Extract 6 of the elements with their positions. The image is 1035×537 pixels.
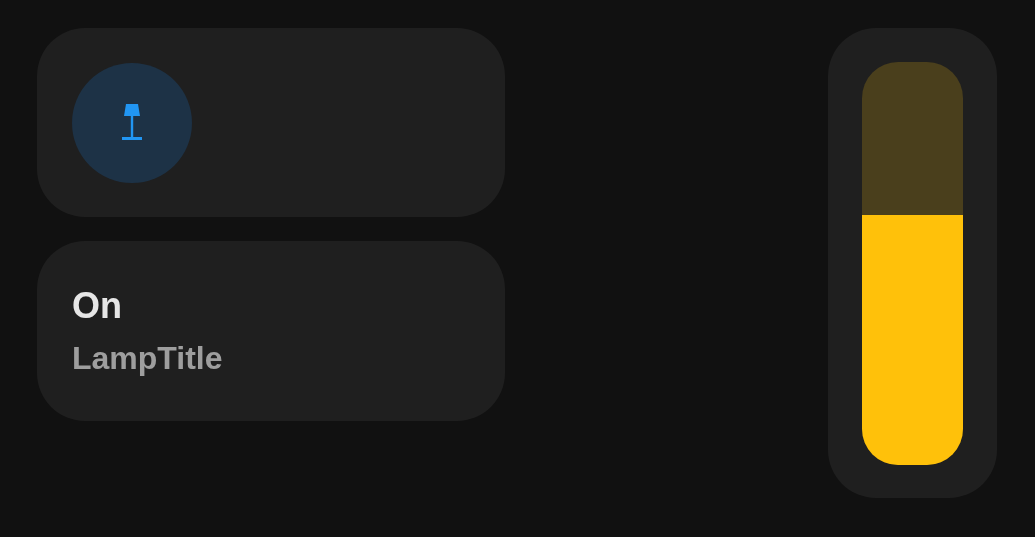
lamp-status-card[interactable]: On LampTitle: [37, 241, 505, 421]
floor-lamp-icon: [121, 103, 143, 142]
brightness-slider[interactable]: [862, 62, 963, 465]
lamp-title: LampTitle: [72, 339, 224, 378]
lamp-icon-card[interactable]: [37, 28, 505, 217]
state-text: On: [72, 284, 123, 328]
